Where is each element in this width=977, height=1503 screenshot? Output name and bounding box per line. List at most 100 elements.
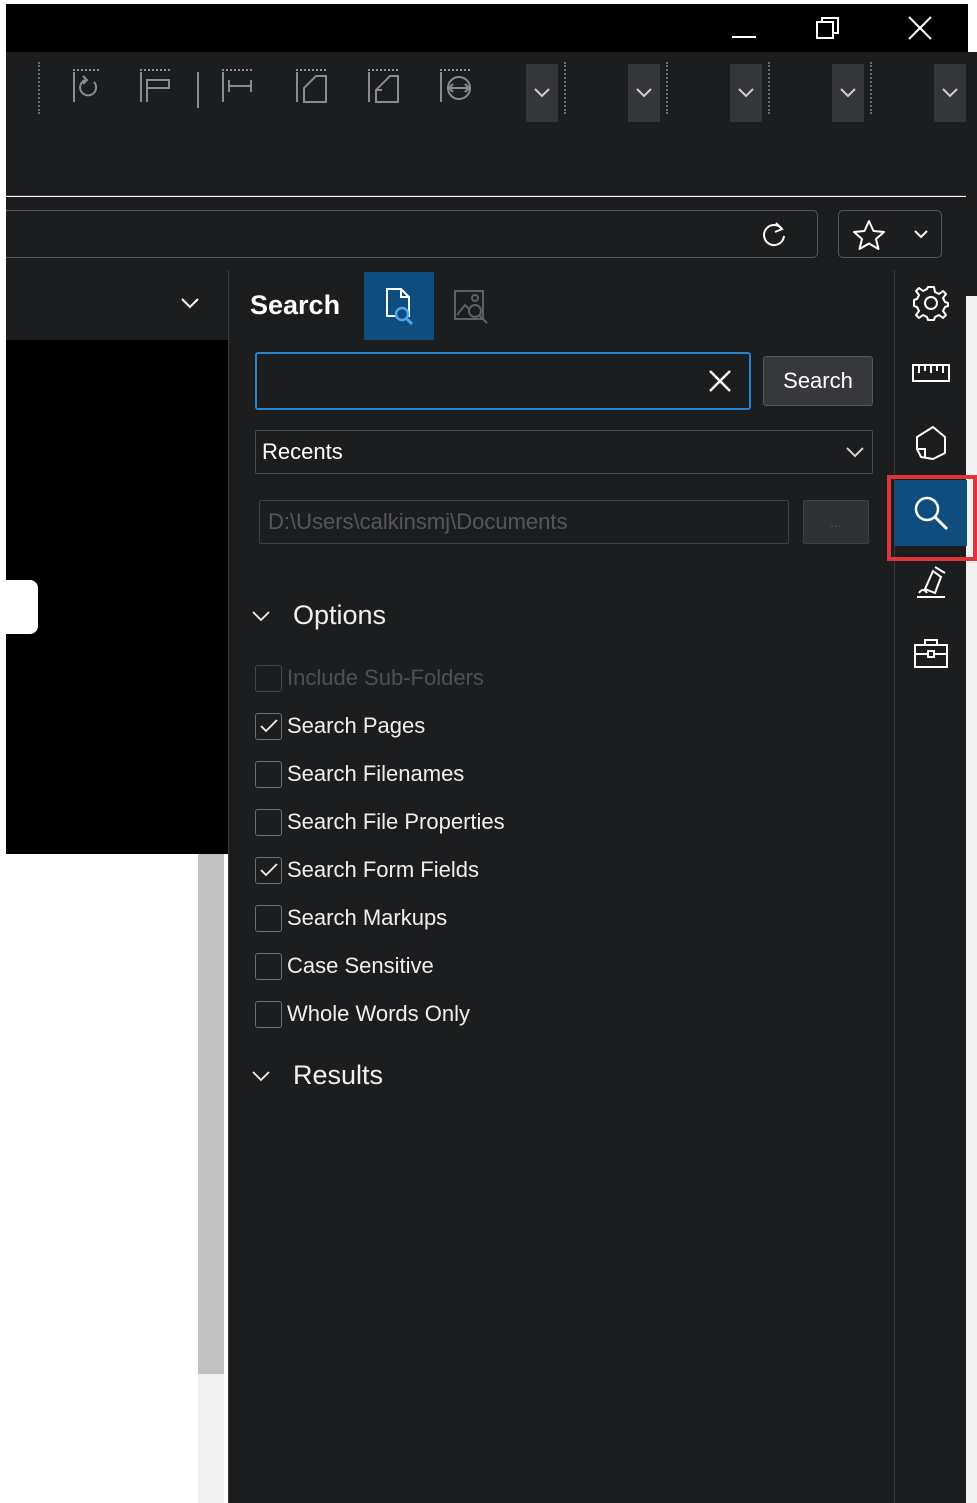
close-icon <box>908 16 932 40</box>
toolbar-dropdown-3[interactable] <box>730 64 762 122</box>
checkmark-icon <box>259 719 278 733</box>
toolbar-dropdown-2[interactable] <box>628 64 660 122</box>
options-section-label: Options <box>293 600 387 630</box>
search-sidebar-button[interactable] <box>895 480 967 546</box>
minimize-button[interactable] <box>720 4 768 52</box>
signature-button[interactable] <box>895 550 967 616</box>
results-section-header[interactable]: Results <box>249 1060 383 1091</box>
chevron-down-icon <box>252 1070 270 1081</box>
search-button[interactable]: Search <box>763 356 873 406</box>
option-search-form-fields[interactable]: Search Form Fields <box>255 855 479 885</box>
toolbar-separator <box>666 62 668 114</box>
option-label: Search File Properties <box>287 809 505 834</box>
chevron-down-icon <box>914 230 928 239</box>
document-scrollbar[interactable] <box>198 854 224 1503</box>
toolbar-divider <box>197 72 199 108</box>
favorite-button[interactable] <box>838 210 942 258</box>
option-label: Search Filenames <box>287 761 465 786</box>
crop-button[interactable] <box>364 64 404 108</box>
chevron-down-icon <box>840 88 856 98</box>
checkmark-icon <box>259 863 278 877</box>
scope-select[interactable]: Recents <box>255 430 873 474</box>
clear-search-button[interactable] <box>701 362 739 400</box>
checkbox[interactable] <box>255 1000 282 1028</box>
ruler-icon <box>912 364 950 382</box>
align-button[interactable] <box>136 64 176 108</box>
shapes-button[interactable] <box>895 410 967 476</box>
page-layout-icon <box>296 69 328 103</box>
measure-button[interactable] <box>895 340 967 406</box>
close-icon <box>709 370 731 392</box>
toolbar-dropdown-5[interactable] <box>934 64 966 122</box>
close-button[interactable] <box>896 4 944 52</box>
chevron-down-icon <box>534 88 550 98</box>
tab-text-search[interactable] <box>364 272 434 340</box>
option-search-filenames[interactable]: Search Filenames <box>255 759 464 789</box>
chevron-down-icon <box>738 88 754 98</box>
page-crop-icon <box>368 69 400 103</box>
search-field <box>255 352 751 410</box>
checkbox[interactable] <box>255 760 282 788</box>
chevron-down-icon <box>846 447 864 458</box>
image-search-icon <box>454 290 488 324</box>
toolbox-icon <box>914 639 948 668</box>
toolbar <box>6 52 977 196</box>
option-whole-words-only[interactable]: Whole Words Only <box>255 999 470 1029</box>
browse-button: ... <box>803 500 869 544</box>
checkbox[interactable] <box>255 808 282 836</box>
option-case-sensitive[interactable]: Case Sensitive <box>255 951 434 981</box>
option-label: Search Markups <box>287 905 448 930</box>
results-section-label: Results <box>293 1060 384 1090</box>
option-label: Search Pages <box>287 713 426 738</box>
checkbox[interactable] <box>255 712 282 740</box>
option-search-file-properties[interactable]: Search File Properties <box>255 807 505 837</box>
document-pane-header <box>6 270 228 340</box>
refresh-button[interactable] <box>758 219 790 251</box>
chevron-down-icon <box>181 298 199 309</box>
chevron-down-icon <box>252 610 270 621</box>
address-bar[interactable] <box>6 210 818 258</box>
toolbar-dropdown-1[interactable] <box>526 64 558 122</box>
settings-button[interactable] <box>895 270 967 336</box>
page-rotate-icon <box>73 69 99 102</box>
chevron-down-icon <box>942 88 958 98</box>
toolbar-separator <box>38 62 40 114</box>
page-layout-button[interactable] <box>292 64 332 108</box>
fit-width-icon <box>222 69 254 102</box>
options-section-header[interactable]: Options <box>249 600 386 631</box>
document-pane-dropdown[interactable] <box>176 292 204 316</box>
panel-title: Search <box>250 290 341 320</box>
option-search-pages[interactable]: Search Pages <box>255 711 425 741</box>
fit-width-button[interactable] <box>218 64 258 108</box>
page-align-icon <box>140 69 172 102</box>
window-edge <box>966 52 977 1503</box>
document-viewer[interactable] <box>6 340 228 854</box>
checkbox[interactable] <box>255 904 282 932</box>
scrollbar-thumb[interactable] <box>198 854 224 1374</box>
toolbar-dropdown-4[interactable] <box>832 64 864 122</box>
search-input[interactable] <box>267 362 687 400</box>
option-include-sub-folders: Include Sub-Folders <box>255 663 484 693</box>
search-icon <box>914 496 949 531</box>
rotate-button[interactable] <box>66 64 106 108</box>
search-panel: Search Search Recents D:\Users\calkinsmj… <box>228 270 894 1503</box>
toolbox-button[interactable] <box>895 620 967 686</box>
restore-button[interactable] <box>804 4 852 52</box>
option-label: Include Sub-Folders <box>287 665 484 690</box>
compare-button[interactable] <box>436 64 476 108</box>
checkbox <box>255 664 282 692</box>
checkbox[interactable] <box>255 952 282 980</box>
toolbar-separator <box>564 62 566 114</box>
gear-icon <box>913 286 949 321</box>
tab-image-search[interactable] <box>436 272 506 340</box>
checkbox[interactable] <box>255 856 282 884</box>
option-label: Whole Words Only <box>287 1001 470 1026</box>
option-search-markups[interactable]: Search Markups <box>255 903 447 933</box>
refresh-icon <box>763 222 785 247</box>
option-label: Case Sensitive <box>287 953 434 978</box>
document-pane <box>6 270 228 1503</box>
scope-select-value: Recents <box>262 439 343 464</box>
restore-icon <box>816 17 839 39</box>
shape-icon <box>916 426 946 460</box>
title-bar <box>6 4 968 52</box>
